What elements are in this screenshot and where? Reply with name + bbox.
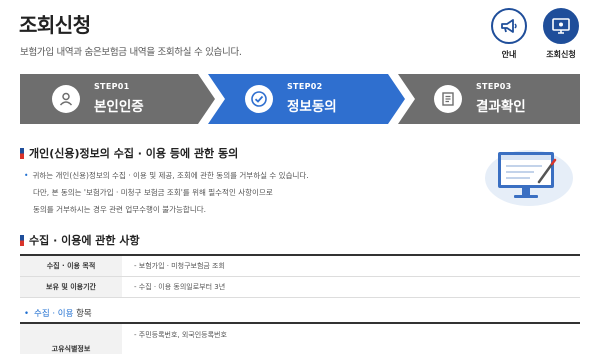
row-value: - 수집 · 이용 동의일로부터 3년 bbox=[134, 283, 226, 291]
step-indicator: STEP01 본인인증 STEP02 정보동의 STEP03 결과확인 bbox=[20, 74, 580, 124]
collection-title-text: 수집 · 이용에 관한 사항 bbox=[29, 234, 140, 247]
step-name: 정보동의 bbox=[287, 99, 337, 115]
consent-line: 다만, 본 동의는 '보험가입 · 미청구 보험금 조회'를 위해 필수적인 사… bbox=[33, 188, 273, 197]
page-subtitle: 보험가입 내역과 숨은보험금 내역을 조회하실 수 있습니다. bbox=[20, 47, 242, 58]
step-number: STEP02 bbox=[287, 82, 323, 91]
check-circle-icon bbox=[245, 85, 273, 113]
items-table: 고유식별정보 - 주민등록번호, 외국인등록번호 bbox=[20, 322, 580, 354]
monitor-icon bbox=[543, 8, 579, 44]
person-icon bbox=[52, 85, 80, 113]
collection-table: 수집 · 이용 목적 - 보험가입 · 미청구보험금 조회 보유 및 이용기간 … bbox=[20, 254, 580, 298]
inquiry-request-button[interactable]: 조회신청 bbox=[540, 8, 582, 60]
document-icon bbox=[434, 85, 462, 113]
guide-button[interactable]: 안내 bbox=[488, 8, 530, 60]
items-suffix: 항목 bbox=[76, 309, 92, 319]
inquiry-request-label: 조회신청 bbox=[546, 50, 576, 59]
step-identity-verification: STEP01 본인인증 bbox=[20, 74, 215, 124]
megaphone-icon bbox=[491, 8, 527, 44]
step-name: 결과확인 bbox=[476, 99, 526, 115]
consent-title-text: 개인(신용)정보의 수집 · 이용 등에 관한 동의 bbox=[29, 147, 239, 160]
table-row: 수집 · 이용 목적 - 보험가입 · 미청구보험금 조회 bbox=[20, 256, 580, 277]
page-title: 조회신청 bbox=[19, 13, 91, 37]
consent-section-title: 개인(신용)정보의 수집 · 이용 등에 관한 동의 bbox=[20, 145, 238, 161]
step-number: STEP01 bbox=[94, 82, 130, 91]
bullet-icon: • bbox=[24, 171, 29, 180]
guide-button-label: 안내 bbox=[501, 50, 517, 59]
step-result-check: STEP03 결과확인 bbox=[398, 74, 580, 124]
items-prefix: 수집 · 이용 bbox=[34, 309, 74, 319]
row-header: 수집 · 이용 목적 bbox=[20, 256, 122, 276]
section-marker-icon bbox=[20, 147, 24, 159]
step-information-consent: STEP02 정보동의 bbox=[208, 74, 405, 124]
row-value: - 보험가입 · 미청구보험금 조회 bbox=[134, 262, 225, 270]
section-marker-icon bbox=[20, 234, 24, 246]
step-number: STEP03 bbox=[476, 82, 512, 91]
consent-description: • 귀하는 개인(신용)정보의 수집 · 이용 및 제공, 조회에 관한 동의를 … bbox=[24, 167, 309, 218]
row-header: 보유 및 이용기간 bbox=[20, 277, 122, 297]
collection-section-title: 수집 · 이용에 관한 사항 bbox=[20, 232, 140, 248]
consent-line: 귀하는 개인(신용)정보의 수집 · 이용 및 제공, 조회에 관한 동의를 거… bbox=[32, 171, 309, 180]
step-name: 본인인증 bbox=[94, 99, 144, 115]
row-header: 고유식별정보 bbox=[20, 324, 122, 354]
table-row: 보유 및 이용기간 - 수집 · 이용 동의일로부터 3년 bbox=[20, 277, 580, 298]
row-value: - 주민등록번호, 외국인등록번호 bbox=[134, 331, 227, 339]
consent-line: 동의를 거부하시는 경우 관련 업무수행이 불가능합니다. bbox=[33, 205, 207, 214]
items-subheading: • 수집 · 이용 항목 bbox=[24, 307, 92, 319]
bullet-icon: • bbox=[24, 309, 30, 319]
monitor-illustration bbox=[484, 142, 574, 208]
